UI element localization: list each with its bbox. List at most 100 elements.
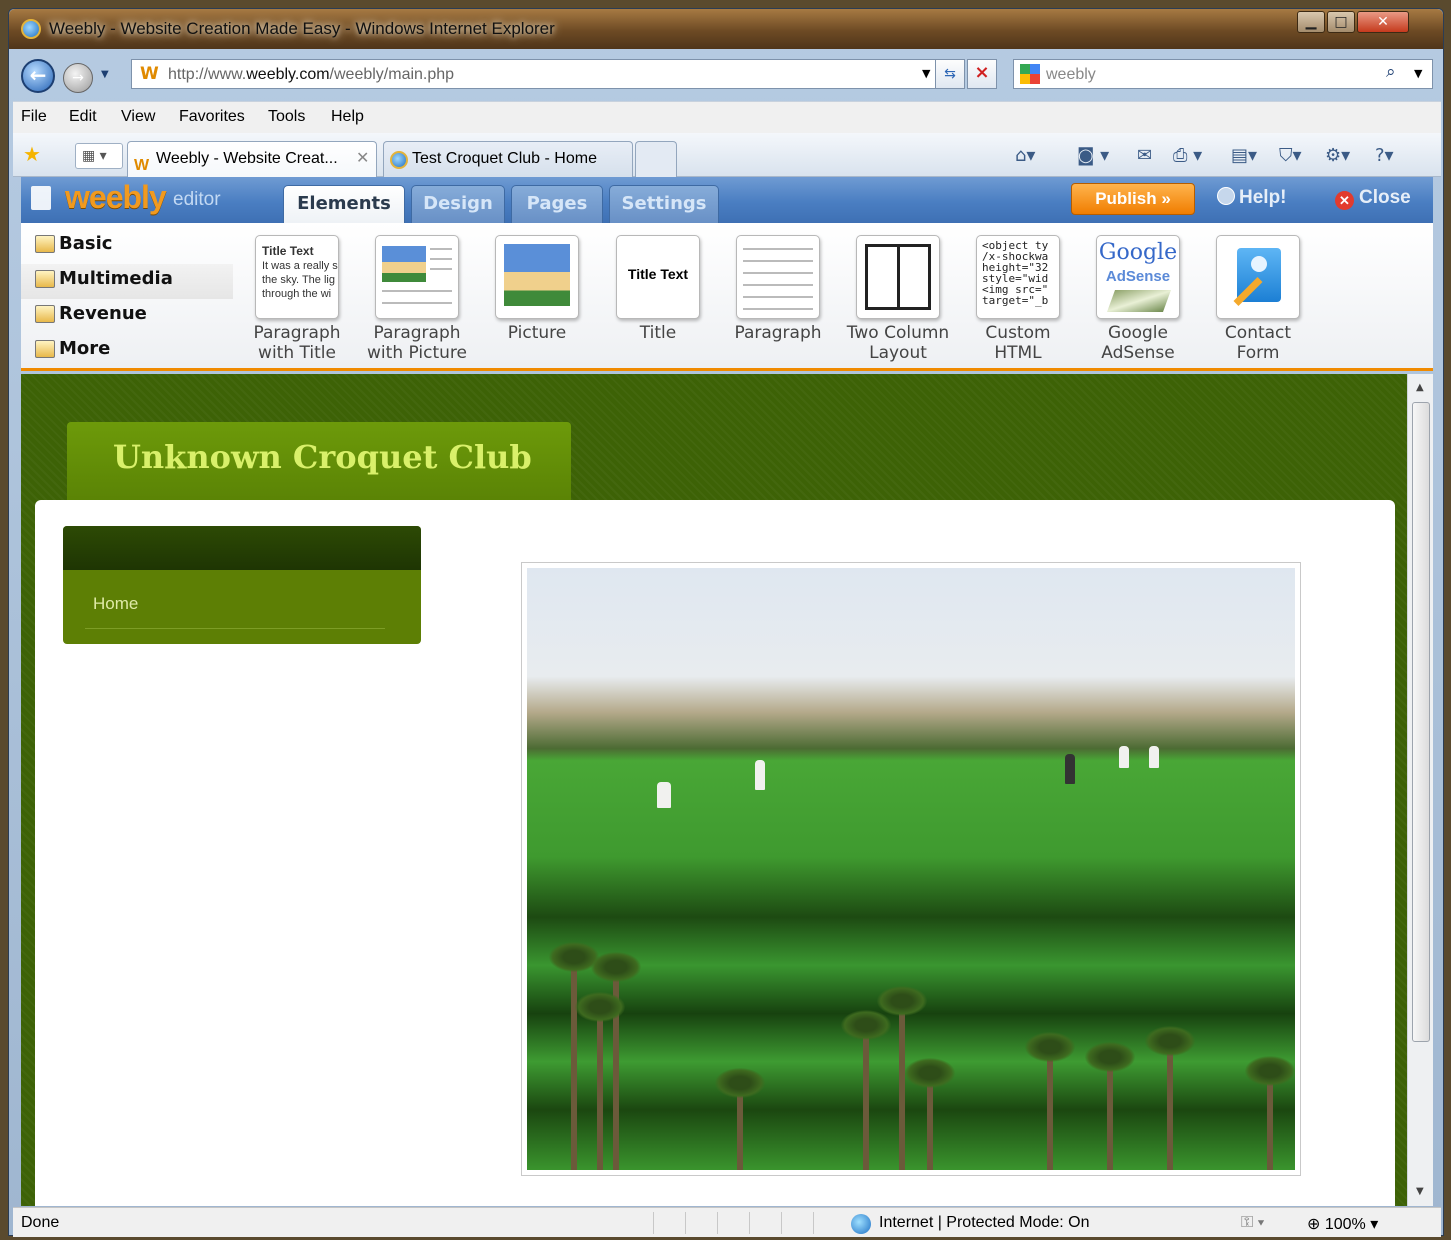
- tab-weebly[interactable]: W Weebly - Website Creat... ✕: [127, 141, 377, 177]
- weebly-editor-header: weebly editor Elements Design Pages Sett…: [21, 177, 1433, 223]
- search-options-dropdown-icon[interactable]: ▼: [1414, 67, 1422, 80]
- weebly-logo: weebly: [65, 179, 167, 215]
- help-icon: [1217, 187, 1235, 205]
- protected-mode-icon[interactable]: ⚿ ▾: [1241, 1214, 1264, 1232]
- navigation-bar: ← → ▼ W http://www.weebly.com/weebly/mai…: [9, 51, 1443, 101]
- close-editor-button[interactable]: ✕ Close: [1335, 187, 1411, 210]
- quick-tabs-button[interactable]: ▦ ▾: [75, 143, 123, 169]
- status-bar: Done Internet | Protected Mode: On ⚿ ▾ ⊕…: [13, 1207, 1441, 1237]
- photo-image: [527, 568, 1295, 1170]
- page-canvas: Unknown Croquet Club Home: [21, 374, 1433, 1206]
- internet-explorer-icon: [390, 151, 408, 169]
- tab-pages[interactable]: Pages: [511, 185, 603, 223]
- search-provider-icon: [1020, 64, 1040, 84]
- category-revenue[interactable]: Revenue: [21, 299, 233, 334]
- command-bar: ★ ▦ ▾ W Weebly - Website Creat... ✕ Test…: [13, 133, 1441, 177]
- basic-icon: [35, 235, 55, 253]
- vertical-scrollbar[interactable]: ▲ ▼: [1407, 374, 1433, 1206]
- new-tab-button[interactable]: [635, 141, 677, 177]
- menu-file[interactable]: File: [21, 108, 47, 126]
- two-column-layout-icon: [856, 235, 940, 319]
- page-icon[interactable]: ▤▾: [1231, 145, 1257, 166]
- read-mail-icon[interactable]: ✉: [1137, 145, 1152, 166]
- stop-icon[interactable]: ×: [967, 59, 997, 89]
- title-bar: Weebly - Website Creation Made Easy - Wi…: [9, 9, 1443, 49]
- safety-icon[interactable]: ⛉▾: [1279, 145, 1302, 166]
- close-tab-icon[interactable]: ✕: [356, 142, 369, 176]
- content-area: Home: [35, 500, 1395, 1206]
- gear-icon[interactable]: ⚙▾: [1325, 145, 1350, 166]
- element-contact-form[interactable]: Contact Form: [1199, 235, 1317, 363]
- home-icon[interactable]: ⌂▾: [1015, 145, 1035, 166]
- help-icon[interactable]: ?▾: [1375, 145, 1394, 166]
- more-icon: [35, 340, 55, 358]
- scroll-down-icon[interactable]: ▼: [1416, 1186, 1424, 1197]
- paragraph-with-picture-icon: [375, 235, 459, 319]
- star-icon[interactable]: ★: [23, 142, 41, 166]
- tab-croquet-club[interactable]: Test Croquet Club - Home: [383, 141, 633, 177]
- forward-arrow-icon[interactable]: →: [63, 63, 93, 93]
- element-picture[interactable]: Picture: [478, 235, 596, 343]
- elements-panel: Basic Multimedia Revenue More Title Text…: [21, 223, 1433, 371]
- browser-window: Weebly - Website Creation Made Easy - Wi…: [8, 8, 1444, 1237]
- security-zone[interactable]: Internet | Protected Mode: On: [879, 1214, 1090, 1232]
- nav-divider: [85, 628, 385, 629]
- element-paragraph[interactable]: Paragraph: [719, 235, 837, 343]
- menu-view[interactable]: View: [121, 108, 155, 126]
- search-input[interactable]: weebly: [1046, 66, 1096, 84]
- category-multimedia[interactable]: Multimedia: [21, 264, 233, 299]
- croquet-lawn-photo[interactable]: [521, 562, 1301, 1176]
- category-basic[interactable]: Basic: [21, 229, 233, 264]
- element-custom-html[interactable]: <object ty /x-shockwa height="32 style="…: [959, 235, 1077, 363]
- weebly-logo-icon: [31, 186, 51, 210]
- zoom-level[interactable]: ⊕ 100% ▾: [1307, 1214, 1378, 1234]
- print-icon[interactable]: ⎙ ▾: [1173, 145, 1202, 166]
- google-adsense-icon: Google AdSense: [1096, 235, 1180, 319]
- window-title: Weebly - Website Creation Made Easy - Wi…: [49, 19, 555, 38]
- scroll-up-icon[interactable]: ▲: [1416, 382, 1424, 393]
- minimize-button[interactable]: ▁: [1297, 11, 1325, 33]
- paragraph-with-title-icon: Title Text It was a really s the sky. The …: [255, 235, 339, 319]
- address-bar[interactable]: W http://www.weebly.com/weebly/main.php …: [131, 59, 965, 89]
- element-paragraph-with-picture[interactable]: Paragraph with Picture: [358, 235, 476, 363]
- tab-settings[interactable]: Settings: [609, 185, 719, 223]
- search-icon[interactable]: ⌕: [1386, 62, 1396, 82]
- menu-edit[interactable]: Edit: [69, 108, 97, 126]
- menu-favorites[interactable]: Favorites: [179, 108, 245, 126]
- back-arrow-icon[interactable]: ←: [21, 59, 55, 93]
- custom-html-icon: <object ty /x-shockwa height="32 style="…: [976, 235, 1060, 319]
- search-box[interactable]: weebly ⌕ ▼: [1013, 59, 1433, 89]
- element-paragraph-with-title[interactable]: Title Text It was a really s the sky. The …: [238, 235, 356, 363]
- address-url[interactable]: http://www.weebly.com/weebly/main.php: [168, 66, 454, 84]
- publish-button[interactable]: Publish »: [1071, 183, 1195, 215]
- element-google-adsense[interactable]: Google AdSense Google AdSense: [1079, 235, 1197, 363]
- tab-label: Test Croquet Club - Home: [412, 150, 597, 167]
- address-dropdown-icon[interactable]: ▼: [922, 67, 930, 80]
- picture-icon: [495, 235, 579, 319]
- internet-explorer-icon: [21, 19, 41, 39]
- rss-icon[interactable]: ◙ ▾: [1077, 145, 1109, 166]
- maximize-button[interactable]: □: [1327, 11, 1355, 33]
- element-categories: Basic Multimedia Revenue More: [21, 229, 233, 369]
- element-two-column-layout[interactable]: Two Column Layout: [839, 235, 957, 363]
- weebly-favicon-icon: W: [140, 64, 159, 84]
- scroll-thumb[interactable]: [1412, 402, 1430, 1042]
- globe-icon: [851, 1214, 871, 1234]
- element-title[interactable]: Title Text Title: [599, 235, 717, 343]
- category-more[interactable]: More: [21, 334, 233, 369]
- title-icon: Title Text: [616, 235, 700, 319]
- menu-tools[interactable]: Tools: [268, 108, 305, 126]
- tab-design[interactable]: Design: [411, 185, 505, 223]
- tab-elements[interactable]: Elements: [283, 185, 405, 223]
- recent-pages-dropdown-icon[interactable]: ▼: [101, 69, 109, 80]
- editor-label: editor: [173, 189, 221, 210]
- zoom-icon: ⊕: [1307, 1216, 1321, 1233]
- close-window-button[interactable]: ✕: [1357, 11, 1409, 33]
- refresh-icon[interactable]: ⇆: [935, 59, 965, 89]
- nav-item-home[interactable]: Home: [93, 594, 138, 614]
- site-title[interactable]: Unknown Croquet Club: [113, 438, 532, 476]
- revenue-icon: [35, 305, 55, 323]
- site-navigation: Home: [63, 526, 421, 644]
- menu-help[interactable]: Help: [331, 108, 364, 126]
- help-button[interactable]: Help!: [1217, 187, 1287, 209]
